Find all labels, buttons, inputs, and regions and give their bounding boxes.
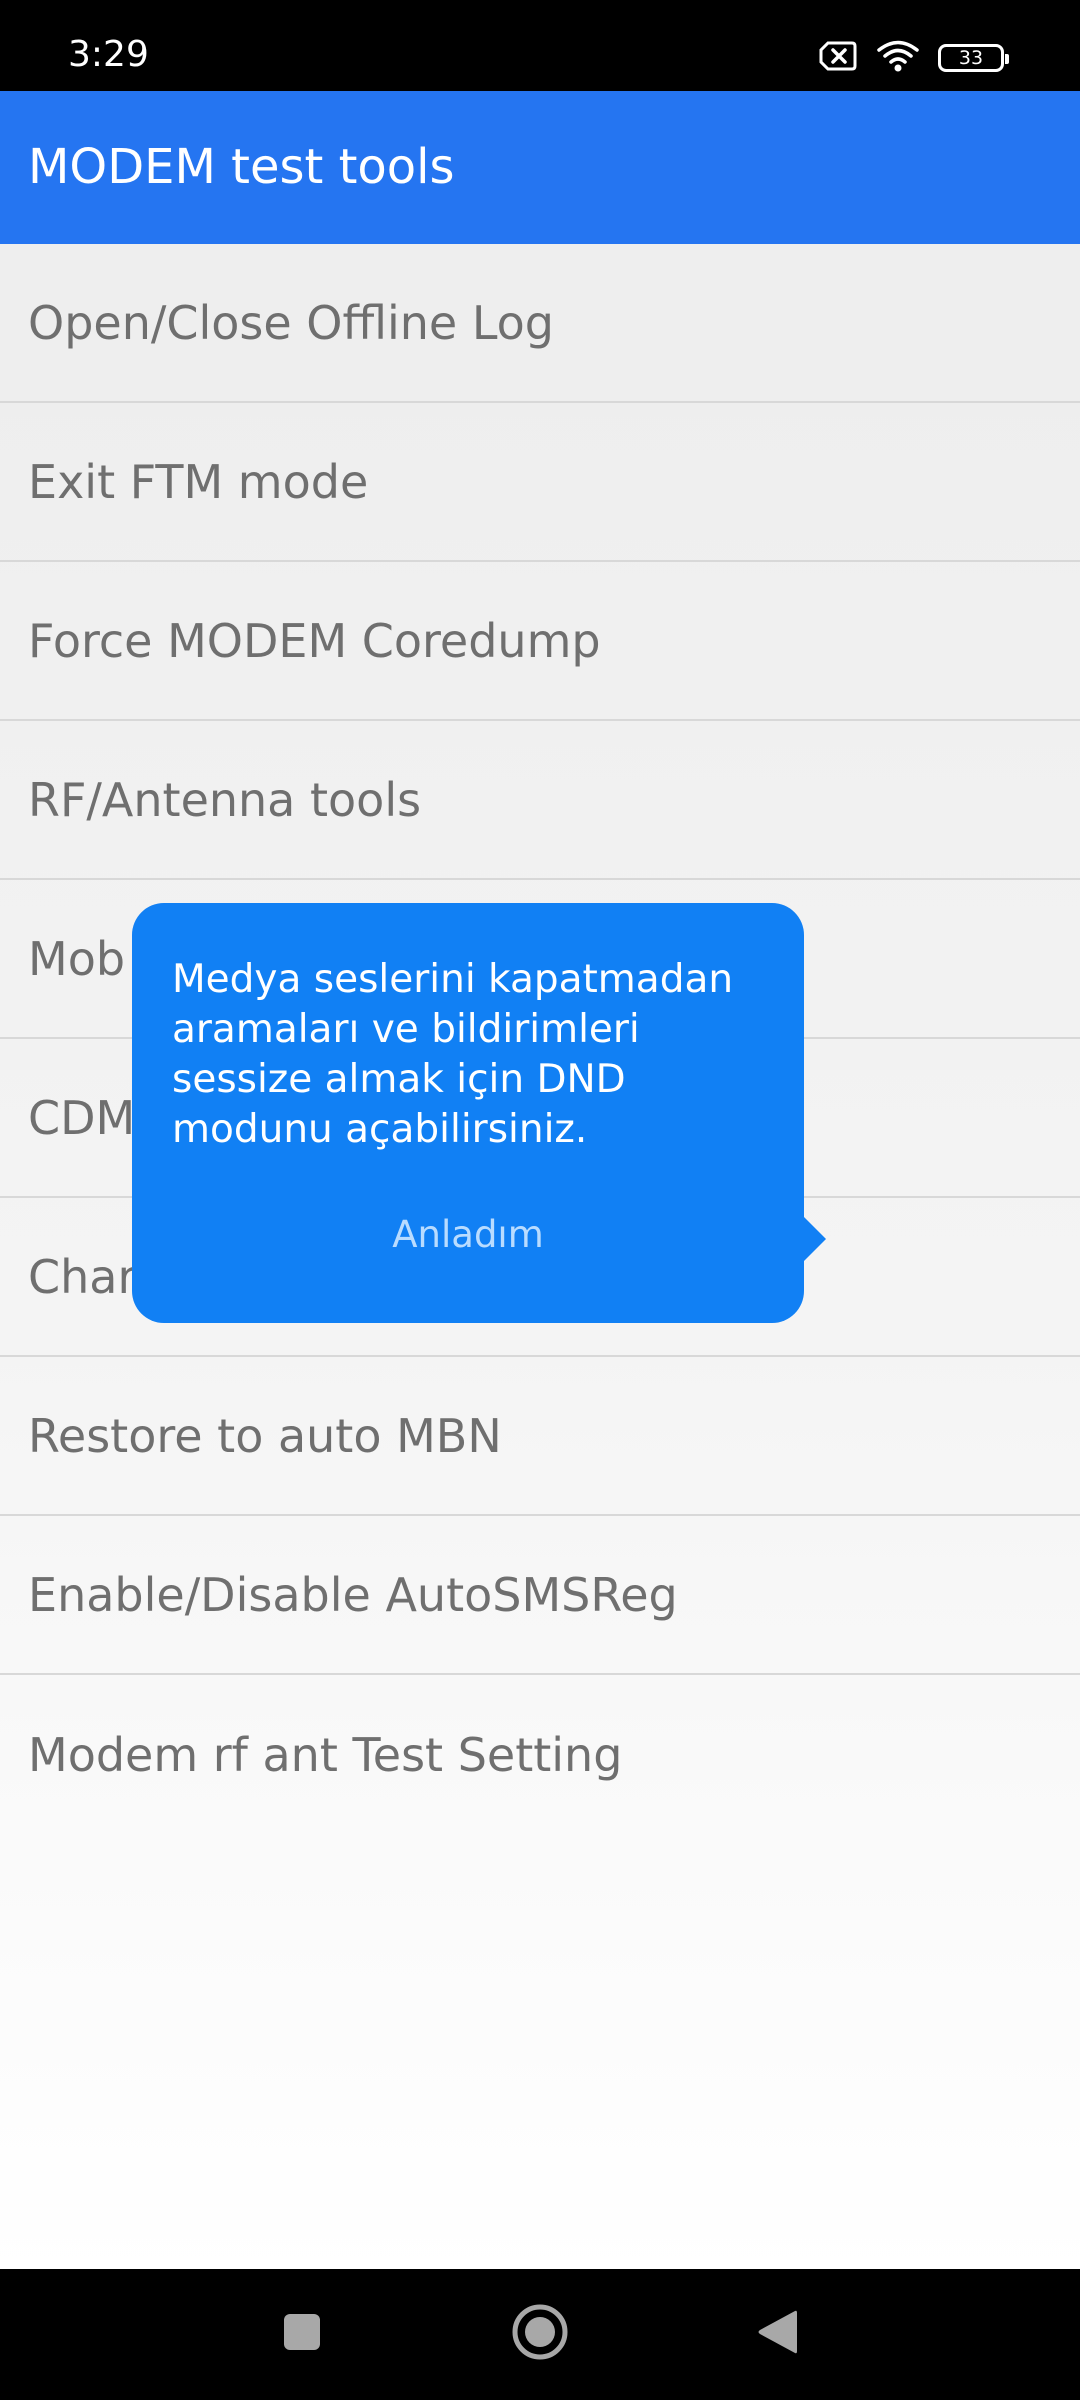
status-icons: 33	[818, 38, 1009, 78]
dnd-tooltip-popup: Medya seslerini kapatmadan aramaları ve …	[132, 903, 826, 1323]
list-item-offline-log[interactable]: Open/Close Offline Log	[0, 244, 1080, 403]
status-time: 3:29	[68, 34, 149, 75]
list-item-force-coredump[interactable]: Force MODEM Coredump	[0, 562, 1080, 721]
got-it-button[interactable]: Anladım	[132, 1213, 804, 1256]
sim-off-icon	[818, 40, 858, 77]
app-bar: MODEM test tools	[0, 91, 1080, 244]
battery-icon: 33	[938, 44, 1009, 72]
status-bar: 3:29 33	[0, 0, 1080, 91]
list-item-auto-sms-reg[interactable]: Enable/Disable AutoSMSReg	[0, 1516, 1080, 1675]
home-button[interactable]	[500, 2269, 580, 2400]
list-item-restore-auto-mbn[interactable]: Restore to auto MBN	[0, 1357, 1080, 1516]
page-title: MODEM test tools	[28, 139, 455, 195]
wifi-icon	[876, 39, 920, 78]
recents-button[interactable]	[262, 2269, 342, 2400]
navigation-bar	[0, 2269, 1080, 2400]
list-item-rf-antenna-tools[interactable]: RF/Antenna tools	[0, 721, 1080, 880]
list-item-exit-ftm[interactable]: Exit FTM mode	[0, 403, 1080, 562]
battery-level: 33	[958, 47, 984, 69]
list-item-rf-ant-test-setting[interactable]: Modem rf ant Test Setting	[0, 1675, 1080, 1834]
home-icon	[510, 2302, 570, 2367]
back-button[interactable]	[737, 2269, 817, 2400]
back-icon	[755, 2307, 799, 2362]
recents-icon	[282, 2312, 322, 2357]
popup-message: Medya seslerini kapatmadan aramaları ve …	[172, 957, 734, 1152]
